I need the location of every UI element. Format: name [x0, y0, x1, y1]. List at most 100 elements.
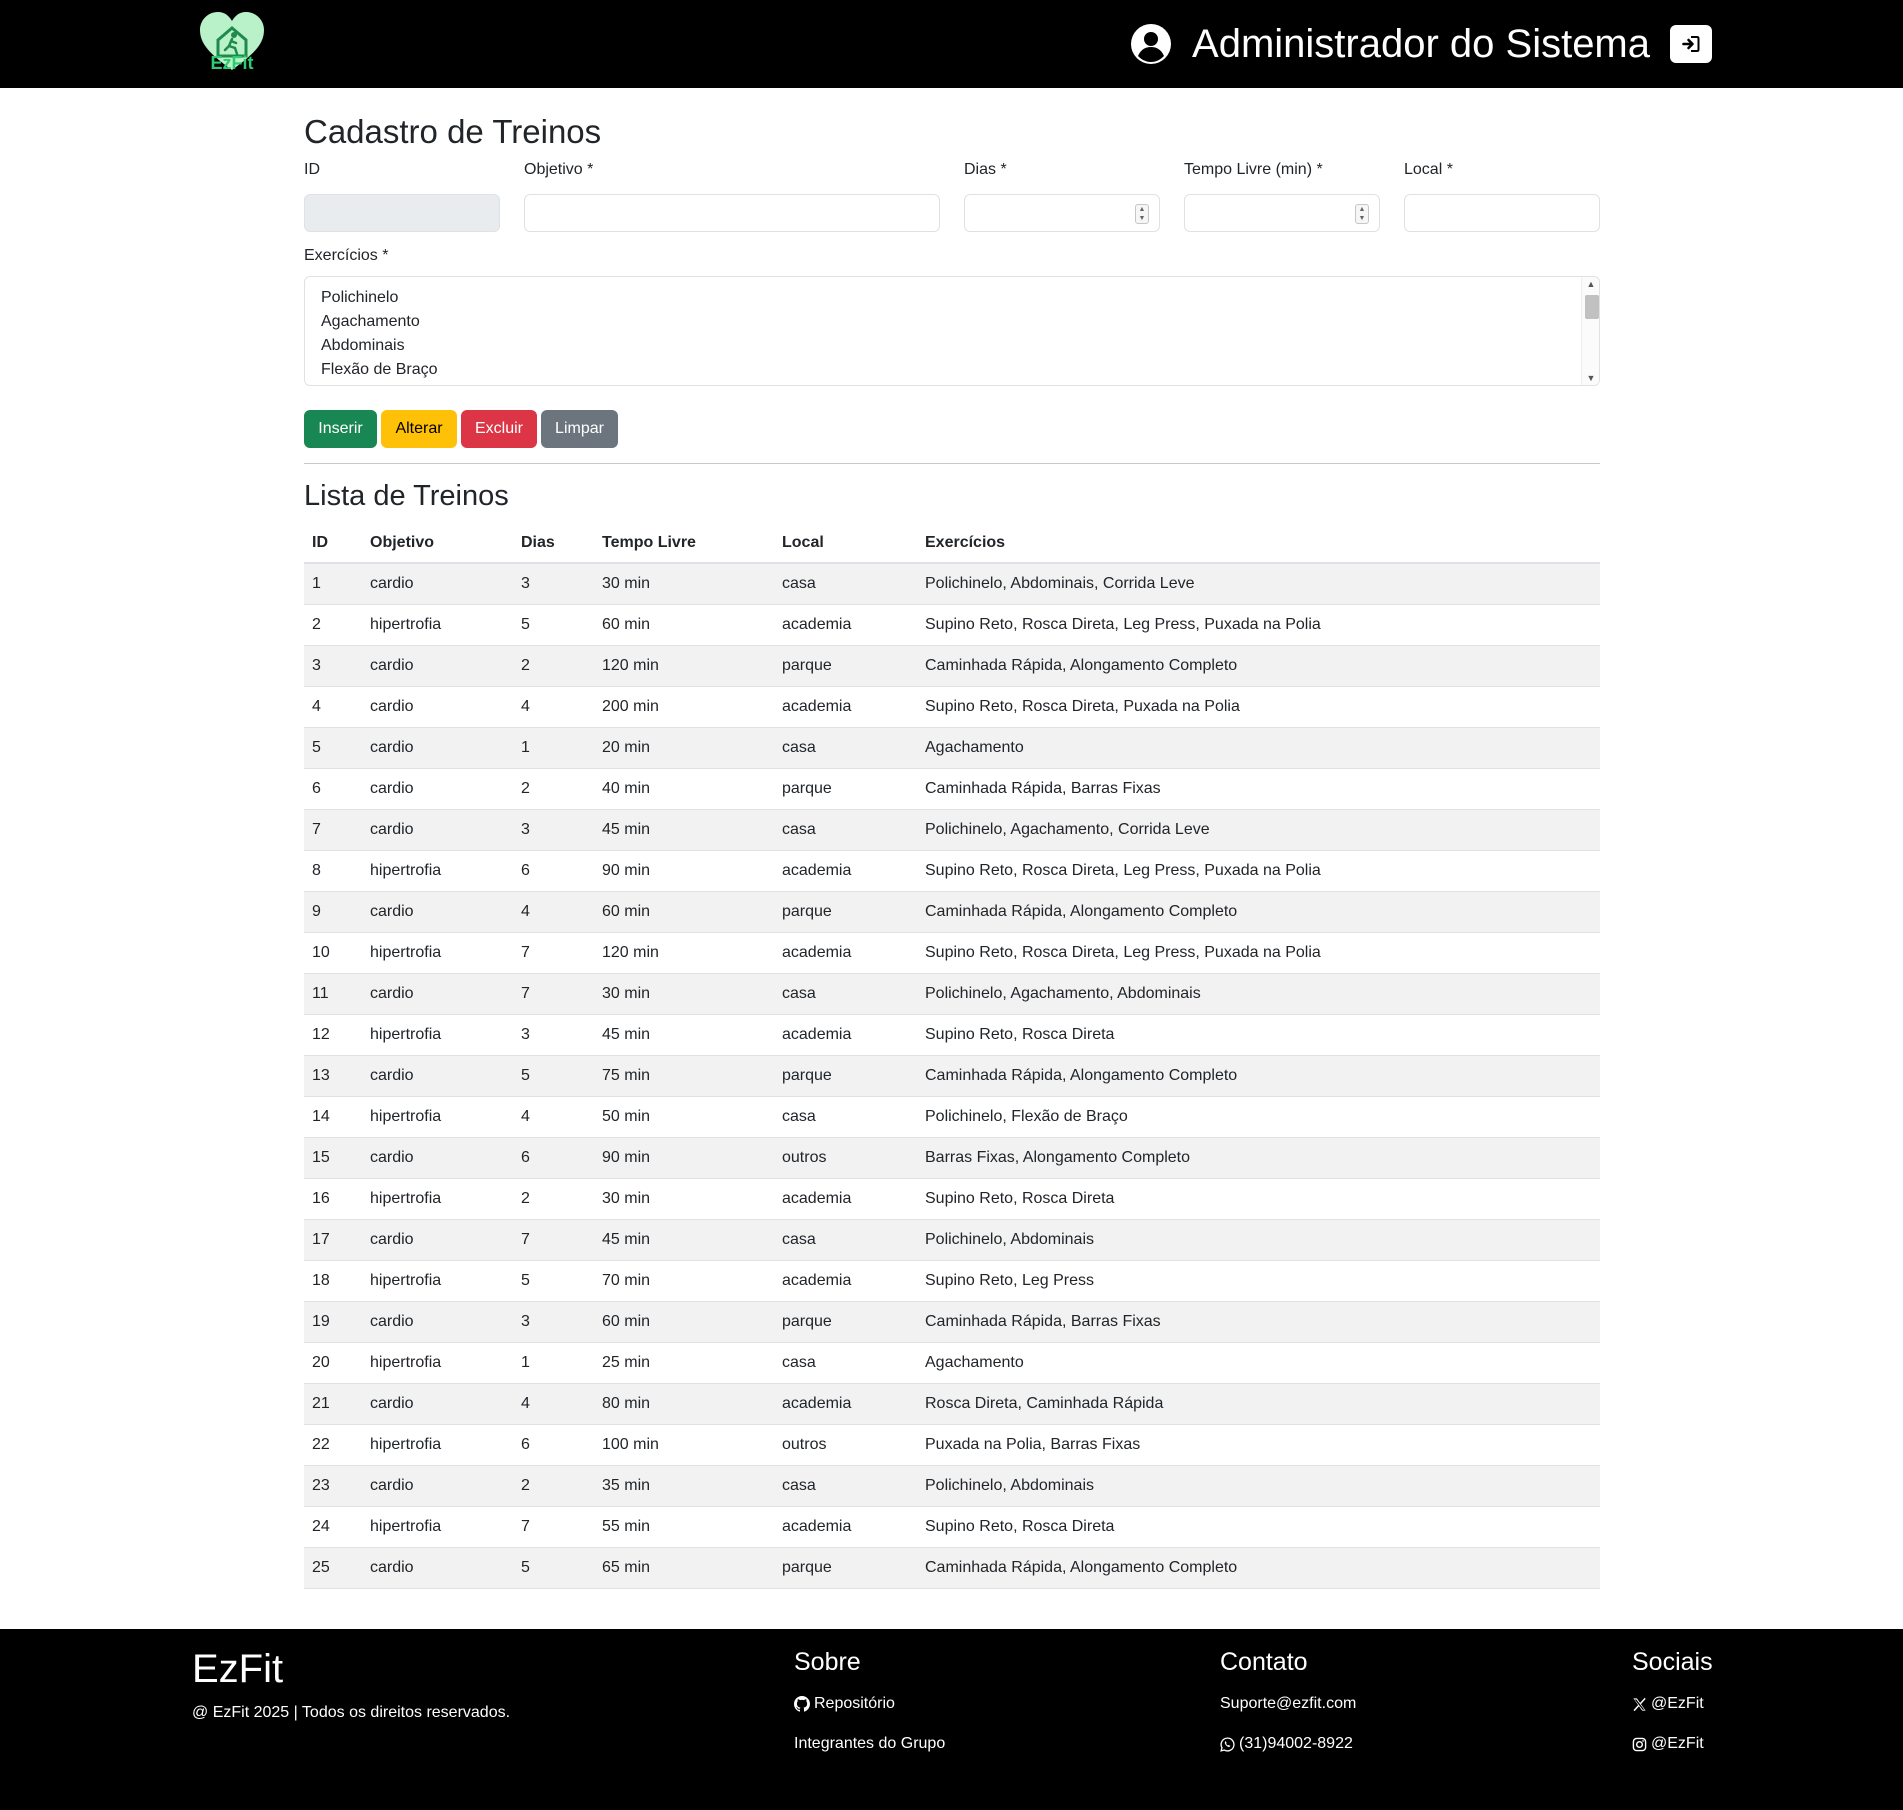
table-row[interactable]: 22 hipertrofia 6 100 min outros Puxada na Pol… — [304, 1424, 1600, 1466]
cell-tempo-livre: 45 min — [594, 1219, 774, 1261]
cell-tempo-livre: 50 min — [594, 1096, 774, 1138]
tempo-livre-input[interactable]: ▲ ▼ — [1184, 194, 1380, 232]
cell-tempo-livre: 30 min — [594, 1178, 774, 1220]
table-row[interactable]: 1 cardio 3 30 min casa Polichinelo, Abdominai… — [304, 563, 1600, 605]
integrantes-link[interactable]: Integrantes do Grupo — [794, 1734, 945, 1754]
cell-id: 19 — [304, 1301, 362, 1343]
table-row[interactable]: 25 cardio 5 65 min parque Caminhada Rápida, A… — [304, 1547, 1600, 1589]
cell-tempo-livre: 45 min — [594, 1014, 774, 1056]
cell-dias: 7 — [513, 1219, 594, 1261]
table-row[interactable]: 12 hipertrofia 3 45 min academia Supino Reto,… — [304, 1014, 1600, 1056]
table-row[interactable]: 15 cardio 6 90 min outros Barras Fixas, Along… — [304, 1137, 1600, 1179]
cell-exercicios: Caminhada Rápida, Barras Fixas — [917, 768, 1600, 810]
cell-id: 24 — [304, 1506, 362, 1548]
excluir-button[interactable]: Excluir — [461, 410, 537, 448]
table-row[interactable]: 8 hipertrofia 6 90 min academia Supino Reto, … — [304, 850, 1600, 892]
table-row[interactable]: 7 cardio 3 45 min casa Polichinelo, Agachamen… — [304, 809, 1600, 851]
exercicio-option[interactable]: Abdominais — [321, 334, 438, 358]
table-row[interactable]: 14 hipertrofia 4 50 min casa Polichinelo, Fle… — [304, 1096, 1600, 1138]
integrantes-label: Integrantes do Grupo — [794, 1735, 946, 1752]
treinos-table: ID Objetivo Dias Tempo Livre Local Exercícios… — [304, 523, 1600, 1589]
exercicios-multiselect[interactable]: Polichinelo Agachamento Abdominais Flexã… — [304, 276, 1600, 386]
local-input[interactable] — [1404, 194, 1600, 232]
x-link[interactable]: @EzFit — [1632, 1694, 1704, 1714]
table-row[interactable]: 6 cardio 2 40 min parque Caminhada Rápida, Ba… — [304, 768, 1600, 810]
cell-id: 6 — [304, 768, 362, 810]
instagram-link[interactable]: @EzFit — [1632, 1734, 1704, 1754]
multiselect-scrollbar[interactable]: ▲ ▼ — [1581, 277, 1599, 385]
cell-objetivo: cardio — [362, 563, 513, 605]
table-header-row: ID Objetivo Dias Tempo Livre Local Exercícios — [304, 523, 1600, 564]
ezfit-logo[interactable]: EzFit — [198, 10, 266, 76]
phone-label: (31)94002-8922 — [1239, 1735, 1353, 1752]
table-row[interactable]: 3 cardio 2 120 min parque Caminhada Rápida, A… — [304, 645, 1600, 687]
exercicio-option[interactable]: Agachamento — [321, 310, 438, 334]
table-row[interactable]: 17 cardio 7 45 min casa Polichinelo, Abdomina… — [304, 1219, 1600, 1261]
table-row[interactable]: 2 hipertrofia 5 60 min academia Supino Reto, … — [304, 604, 1600, 646]
exercicios-field: Exercícios * — [304, 246, 604, 266]
table-row[interactable]: 24 hipertrofia 7 55 min academia Supino Reto,… — [304, 1506, 1600, 1548]
repositorio-link[interactable]: Repositório — [794, 1694, 895, 1714]
inserir-button[interactable]: Inserir — [304, 410, 377, 448]
cell-local: parque — [774, 1055, 917, 1097]
table-row[interactable]: 18 hipertrofia 5 70 min academia Supino Reto,… — [304, 1260, 1600, 1302]
cell-objetivo: hipertrofia — [362, 932, 513, 974]
cell-local: casa — [774, 973, 917, 1015]
cell-objetivo: cardio — [362, 645, 513, 687]
cell-exercicios: Agachamento — [917, 727, 1600, 769]
phone-link[interactable]: (31)94002-8922 — [1220, 1734, 1353, 1754]
scrollbar-thumb[interactable] — [1585, 295, 1599, 319]
number-spinner[interactable]: ▲ ▼ — [1355, 204, 1369, 224]
cell-local: academia — [774, 1178, 917, 1220]
table-row[interactable]: 13 cardio 5 75 min parque Caminhada Rápida, A… — [304, 1055, 1600, 1097]
sign-in-icon — [1682, 36, 1700, 52]
cell-dias: 3 — [513, 809, 594, 851]
scroll-down-icon[interactable]: ▼ — [1582, 371, 1599, 385]
cell-local: academia — [774, 604, 917, 646]
exercicio-option[interactable]: Polichinelo — [321, 286, 438, 310]
cell-dias: 1 — [513, 727, 594, 769]
alterar-button[interactable]: Alterar — [381, 410, 457, 448]
user-circle-icon[interactable] — [1130, 23, 1172, 65]
logout-button[interactable] — [1670, 25, 1712, 63]
table-row[interactable]: 9 cardio 4 60 min parque Caminhada Rápida, Al… — [304, 891, 1600, 933]
table-row[interactable]: 5 cardio 1 20 min casa Agachamento — [304, 727, 1600, 769]
table-row[interactable]: 16 hipertrofia 2 30 min academia Supino Reto,… — [304, 1178, 1600, 1220]
dias-input[interactable]: ▲ ▼ — [964, 194, 1160, 232]
cell-objetivo: hipertrofia — [362, 1096, 513, 1138]
exercicio-option[interactable]: Flexão de Braço — [321, 358, 438, 382]
dias-label: Dias * — [964, 161, 1007, 178]
table-row[interactable]: 11 cardio 7 30 min casa Polichinelo, Agachame… — [304, 973, 1600, 1015]
cell-tempo-livre: 75 min — [594, 1055, 774, 1097]
cell-dias: 2 — [513, 1178, 594, 1220]
table-row[interactable]: 19 cardio 3 60 min parque Caminhada Rápida, B… — [304, 1301, 1600, 1343]
id-input — [304, 194, 500, 232]
cell-exercicios: Supino Reto, Rosca Direta — [917, 1014, 1600, 1056]
instagram-icon — [1632, 1737, 1647, 1751]
table-row[interactable]: 21 cardio 4 80 min academia Rosca Direta, Cam… — [304, 1383, 1600, 1425]
exercicios-label: Exercícios * — [304, 247, 389, 264]
column-header: Dias — [513, 523, 594, 564]
email-link[interactable]: Suporte@ezfit.com — [1220, 1694, 1356, 1714]
cell-local: parque — [774, 768, 917, 810]
cell-id: 10 — [304, 932, 362, 974]
table-row[interactable]: 10 hipertrofia 7 120 min academia Supino Reto… — [304, 932, 1600, 974]
number-spinner[interactable]: ▲ ▼ — [1135, 204, 1149, 224]
repositorio-label: Repositório — [814, 1695, 895, 1712]
cell-tempo-livre: 60 min — [594, 891, 774, 933]
cell-exercicios: Supino Reto, Rosca Direta, Leg Press, Pu… — [917, 604, 1600, 646]
instagram-label: @EzFit — [1651, 1735, 1704, 1752]
cell-objetivo: cardio — [362, 1301, 513, 1343]
cell-tempo-livre: 90 min — [594, 850, 774, 892]
cell-objetivo: cardio — [362, 768, 513, 810]
objetivo-input[interactable] — [524, 194, 940, 232]
cell-local: academia — [774, 850, 917, 892]
list-title: Lista de Treinos — [304, 480, 509, 512]
scroll-up-icon[interactable]: ▲ — [1582, 277, 1599, 291]
limpar-button[interactable]: Limpar — [541, 410, 618, 448]
cell-tempo-livre: 35 min — [594, 1465, 774, 1507]
table-row[interactable]: 23 cardio 2 35 min casa Polichinelo, Abdomina… — [304, 1465, 1600, 1507]
table-row[interactable]: 4 cardio 4 200 min academia Supino Reto, Rosc… — [304, 686, 1600, 728]
cell-objetivo: cardio — [362, 1547, 513, 1589]
table-row[interactable]: 20 hipertrofia 1 25 min casa Agachamento — [304, 1342, 1600, 1384]
